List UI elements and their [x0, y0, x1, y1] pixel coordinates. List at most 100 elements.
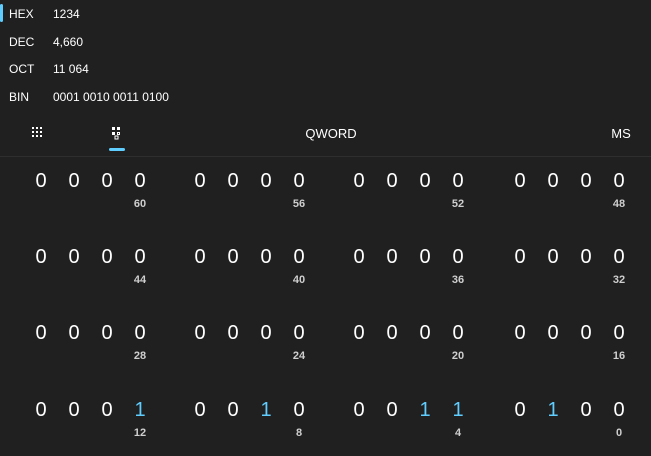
bit-toggle[interactable]: 0	[189, 397, 211, 423]
bit-toggle[interactable]: 0	[608, 397, 630, 423]
bit-nibble: 0 0 0 0 52	[348, 160, 478, 220]
bit-nibble: 0 0 0 0 24	[189, 312, 319, 372]
bit-toggle[interactable]: 0	[381, 168, 403, 194]
bit-toggle[interactable]: 0	[30, 320, 52, 346]
radix-value: 1234	[53, 6, 80, 21]
bit-nibble: 0 0 0 0 20	[348, 312, 478, 372]
bit-toggle[interactable]: 0	[96, 397, 118, 423]
bit-toggle[interactable]: 0	[222, 320, 244, 346]
bit-toggle[interactable]: 1	[542, 397, 564, 423]
bit-toggle[interactable]: 0	[414, 168, 436, 194]
bit-position-label: 40	[292, 274, 306, 286]
bit-toggle[interactable]: 0	[63, 244, 85, 270]
radix-row-hex[interactable]: HEX 1234	[0, 0, 651, 28]
bit-toggle[interactable]: 0	[542, 168, 564, 194]
bit-toggle[interactable]: 0	[129, 244, 151, 270]
full-keypad-button[interactable]	[22, 113, 52, 153]
bit-toggle[interactable]: 0	[189, 168, 211, 194]
bit-toggle[interactable]: 0	[222, 168, 244, 194]
bit-toggle[interactable]: 0	[447, 168, 469, 194]
bit-toggle[interactable]: 0	[381, 397, 403, 423]
bit-toggle[interactable]: 0	[63, 397, 85, 423]
bit-toggle[interactable]: 1	[414, 397, 436, 423]
bit-nibble: 0 0 0 0 36	[348, 236, 478, 296]
bit-toggle[interactable]: 1	[129, 397, 151, 423]
bit-toggle[interactable]: 0	[96, 168, 118, 194]
bit-toggle[interactable]: 0	[96, 244, 118, 270]
bit-toggle[interactable]: 0	[189, 320, 211, 346]
bit-toggle[interactable]: 0	[30, 397, 52, 423]
bit-toggle[interactable]: 0	[63, 320, 85, 346]
bit-nibble: 0 0 0 0 32	[509, 236, 639, 296]
bit-toggle[interactable]: 0	[447, 320, 469, 346]
bit-toggle[interactable]: 0	[575, 244, 597, 270]
bit-toggle[interactable]: 0	[509, 168, 531, 194]
radix-row-oct[interactable]: OCT 11 064	[0, 55, 651, 83]
bit-toggle[interactable]: 0	[348, 320, 370, 346]
bit-toggling-keypad-button[interactable]	[102, 113, 132, 153]
bit-nibble: 00108	[189, 389, 319, 449]
bit-toggle[interactable]: 0	[222, 244, 244, 270]
bit-position-label: 12	[133, 427, 147, 439]
bit-toggle[interactable]: 0	[509, 320, 531, 346]
bit-toggle[interactable]: 0	[414, 320, 436, 346]
bit-toggle[interactable]: 0	[414, 244, 436, 270]
keypad-toolbar: QWORD MS	[0, 113, 651, 157]
bit-toggle[interactable]: 0	[129, 320, 151, 346]
bit-position-label: 52	[451, 198, 465, 210]
bit-toggle[interactable]: 1	[255, 397, 277, 423]
radix-row-dec[interactable]: DEC 4,660	[0, 28, 651, 56]
word-size-button[interactable]: QWORD	[290, 113, 372, 153]
bit-position-label: 44	[133, 274, 147, 286]
bit-position-label: 16	[612, 350, 626, 362]
bit-toggle[interactable]: 0	[509, 244, 531, 270]
bit-row: 0 0 0 0 44 0 0 0 0 40 0 0 0 0 36 0 0 0 0 32	[0, 236, 651, 306]
bit-nibble: 0 0 0 0 56	[189, 160, 319, 220]
bit-toggle[interactable]: 0	[96, 320, 118, 346]
bit-toggle[interactable]: 0	[30, 168, 52, 194]
bit-toggle[interactable]: 0	[255, 168, 277, 194]
bit-row: 0 0 0 0 60 0 0 0 0 56 0 0 0 0 52 0 0 0 0 48	[0, 160, 651, 230]
bit-nibble: 0 0 0 0 60	[30, 160, 160, 220]
bit-toggle[interactable]: 0	[348, 397, 370, 423]
bit-toggle[interactable]: 0	[255, 320, 277, 346]
bit-toggle[interactable]: 0	[575, 320, 597, 346]
bit-toggle[interactable]: 0	[348, 168, 370, 194]
bit-toggle[interactable]: 0	[222, 397, 244, 423]
bit-toggle[interactable]: 0	[381, 320, 403, 346]
bit-toggle[interactable]: 0	[381, 244, 403, 270]
bit-toggle[interactable]: 0	[288, 244, 310, 270]
bit-toggle[interactable]: 0	[288, 320, 310, 346]
bit-position-label: 0	[615, 427, 623, 439]
bit-toggle[interactable]: 0	[509, 397, 531, 423]
bit-toggle[interactable]: 0	[542, 244, 564, 270]
radix-row-bin[interactable]: BIN 0001 0010 0011 0100	[0, 83, 651, 111]
bit-toggle[interactable]: 0	[608, 244, 630, 270]
bit-position-label: 60	[133, 198, 147, 210]
bit-toggle[interactable]: 0	[189, 244, 211, 270]
bit-toggle[interactable]: 0	[30, 244, 52, 270]
bit-toggle[interactable]: 0	[348, 244, 370, 270]
bit-toggle[interactable]: 0	[542, 320, 564, 346]
bit-toggle[interactable]: 0	[575, 397, 597, 423]
bit-toggle[interactable]: 0	[447, 244, 469, 270]
bit-position-label: 8	[295, 427, 303, 439]
bit-toggle[interactable]: 0	[288, 397, 310, 423]
bit-position-label: 4	[454, 427, 462, 439]
selection-indicator	[0, 32, 3, 50]
bit-nibble: 0 0 0 0 44	[30, 236, 160, 296]
bit-toggle[interactable]: 0	[63, 168, 85, 194]
bit-toggle[interactable]: 1	[447, 397, 469, 423]
bit-toggle[interactable]: 0	[608, 320, 630, 346]
bit-toggle[interactable]: 0	[255, 244, 277, 270]
bit-nibble: 0 0 0 1 12	[30, 389, 160, 449]
bit-toggle[interactable]: 0	[129, 168, 151, 194]
bit-position-label: 20	[451, 350, 465, 362]
bit-toggle[interactable]: 0	[575, 168, 597, 194]
bit-toggle[interactable]: 0	[608, 168, 630, 194]
bit-row: 0 0 0 1 12 0 0 1 0 8 0 0 1 1 4 0 1 0 0 0	[0, 389, 651, 456]
bit-toggle[interactable]: 0	[288, 168, 310, 194]
full-keypad-icon	[31, 126, 43, 140]
memory-store-button[interactable]: MS	[604, 113, 638, 153]
bit-position-label: 48	[612, 198, 626, 210]
